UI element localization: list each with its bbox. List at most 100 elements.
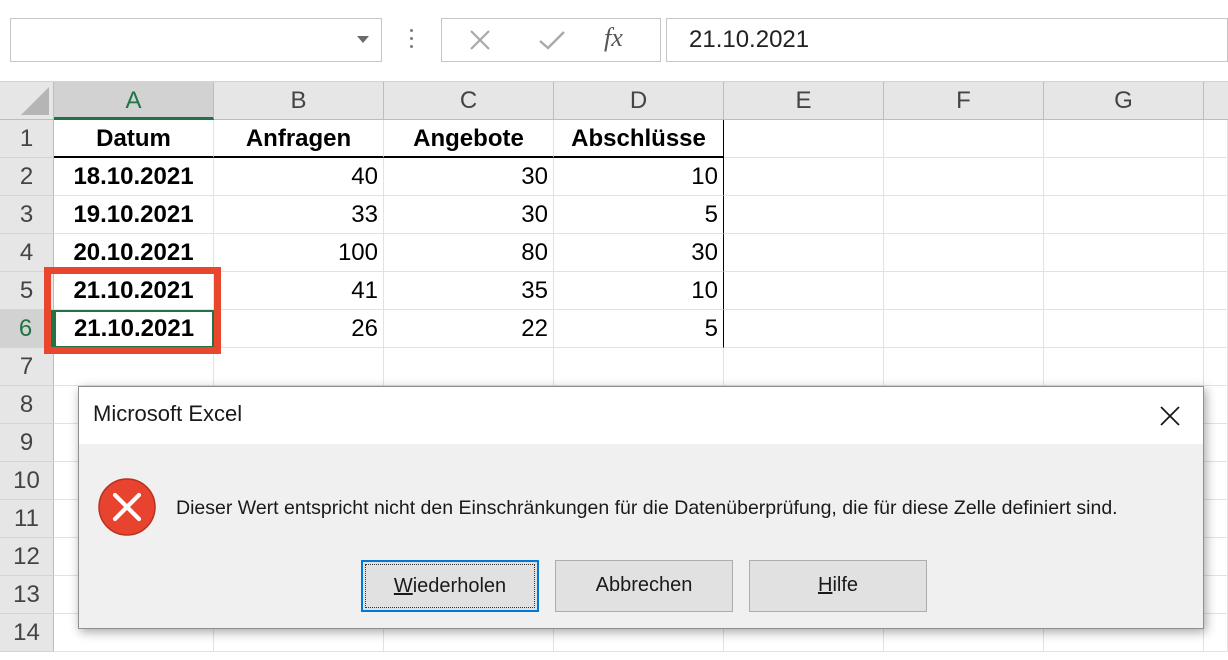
retry-button[interactable]: Wiederholen [361, 560, 539, 612]
column-header-g[interactable]: G [1044, 82, 1204, 120]
cell-a6-active[interactable]: 21.10.2021 [54, 310, 214, 348]
empty-cell[interactable] [1044, 120, 1204, 158]
empty-cell[interactable] [884, 234, 1044, 272]
name-box[interactable] [10, 18, 382, 62]
empty-cell[interactable] [724, 158, 884, 196]
error-dialog: Microsoft Excel Dieser Wert entspricht n… [78, 386, 1204, 629]
empty-cell[interactable] [724, 272, 884, 310]
column-header-f[interactable]: F [884, 82, 1044, 120]
check-icon[interactable] [522, 19, 582, 61]
fx-icon[interactable]: fx [604, 23, 623, 53]
empty-cell[interactable] [1044, 234, 1204, 272]
row-header-3[interactable]: 3 [0, 196, 54, 234]
cell-a1[interactable]: Datum [54, 120, 214, 158]
cell-b6[interactable]: 26 [214, 310, 384, 348]
cell-b5[interactable]: 41 [214, 272, 384, 310]
row-header-8[interactable]: 8 [0, 386, 54, 424]
close-icon[interactable] [1137, 387, 1203, 444]
empty-cell[interactable] [54, 348, 214, 386]
row-header-4[interactable]: 4 [0, 234, 54, 272]
empty-cell[interactable] [1044, 348, 1204, 386]
empty-cell[interactable] [1044, 158, 1204, 196]
empty-cell[interactable] [1204, 576, 1228, 614]
empty-cell[interactable] [1204, 120, 1228, 158]
empty-cell[interactable] [884, 348, 1044, 386]
empty-cell[interactable] [1204, 158, 1228, 196]
formula-input[interactable]: 21.10.2021 [666, 18, 1228, 62]
empty-cell[interactable] [884, 120, 1044, 158]
empty-cell[interactable] [884, 196, 1044, 234]
empty-cell[interactable] [1204, 538, 1228, 576]
row-header-14[interactable]: 14 [0, 614, 54, 652]
cell-d5[interactable]: 10 [554, 272, 724, 310]
cell-d1[interactable]: Abschlüsse [554, 120, 724, 158]
column-header-h[interactable] [1204, 82, 1228, 120]
row-header-6[interactable]: 6 [0, 310, 54, 348]
cell-a2[interactable]: 18.10.2021 [54, 158, 214, 196]
column-header-c[interactable]: C [384, 82, 554, 120]
select-all-button[interactable] [0, 82, 54, 120]
row-header-9[interactable]: 9 [0, 424, 54, 462]
row-header-12[interactable]: 12 [0, 538, 54, 576]
cell-b3[interactable]: 33 [214, 196, 384, 234]
empty-cell[interactable] [1204, 196, 1228, 234]
row-header-1[interactable]: 1 [0, 120, 54, 158]
empty-cell[interactable] [1044, 310, 1204, 348]
dialog-titlebar[interactable]: Microsoft Excel [79, 387, 1203, 444]
cancel-button[interactable]: Abbrechen [555, 560, 733, 612]
cell-d4[interactable]: 30 [554, 234, 724, 272]
empty-cell[interactable] [884, 272, 1044, 310]
cell-b1[interactable]: Anfragen [214, 120, 384, 158]
column-header-b[interactable]: B [214, 82, 384, 120]
cell-d6[interactable]: 5 [554, 310, 724, 348]
empty-cell[interactable] [724, 196, 884, 234]
column-header-e[interactable]: E [724, 82, 884, 120]
cell-c2[interactable]: 30 [384, 158, 554, 196]
cell-c5[interactable]: 35 [384, 272, 554, 310]
cell-a5[interactable]: 21.10.2021 [54, 272, 214, 310]
empty-cell[interactable] [1204, 386, 1228, 424]
row-header-10[interactable]: 10 [0, 462, 54, 500]
cell-c3[interactable]: 30 [384, 196, 554, 234]
row-header-13[interactable]: 13 [0, 576, 54, 614]
empty-cell[interactable] [724, 120, 884, 158]
empty-cell[interactable] [1204, 348, 1228, 386]
column-header-a[interactable]: A [54, 82, 214, 120]
cell-b4[interactable]: 100 [214, 234, 384, 272]
empty-cell[interactable] [384, 348, 554, 386]
cell-c4[interactable]: 80 [384, 234, 554, 272]
cell-a3[interactable]: 19.10.2021 [54, 196, 214, 234]
empty-cell[interactable] [724, 234, 884, 272]
empty-cell[interactable] [884, 310, 1044, 348]
row-header-7[interactable]: 7 [0, 348, 54, 386]
column-header-d[interactable]: D [554, 82, 724, 120]
empty-cell[interactable] [1044, 272, 1204, 310]
row-header-5[interactable]: 5 [0, 272, 54, 310]
cell-c1[interactable]: Angebote [384, 120, 554, 158]
empty-cell[interactable] [1204, 500, 1228, 538]
empty-cell[interactable] [214, 348, 384, 386]
empty-cell[interactable] [1044, 196, 1204, 234]
cell-c6[interactable]: 22 [384, 310, 554, 348]
vertical-dots-icon[interactable] [404, 26, 418, 56]
help-button[interactable]: Hilfe [749, 560, 927, 612]
empty-cell[interactable] [1204, 234, 1228, 272]
empty-cell[interactable] [884, 158, 1044, 196]
empty-cell[interactable] [1204, 424, 1228, 462]
cell-d2[interactable]: 10 [554, 158, 724, 196]
cell-d3[interactable]: 5 [554, 196, 724, 234]
cell-a4[interactable]: 20.10.2021 [54, 234, 214, 272]
row-header-11[interactable]: 11 [0, 500, 54, 538]
empty-cell[interactable] [554, 348, 724, 386]
chevron-down-icon[interactable] [357, 36, 369, 43]
row-header-2[interactable]: 2 [0, 158, 54, 196]
empty-cell[interactable] [724, 348, 884, 386]
empty-cell[interactable] [1204, 462, 1228, 500]
empty-cell[interactable] [1204, 310, 1228, 348]
cell-b2[interactable]: 40 [214, 158, 384, 196]
dialog-message: Dieser Wert entspricht nicht den Einschr… [176, 497, 1118, 519]
empty-cell[interactable] [724, 310, 884, 348]
empty-cell[interactable] [1204, 614, 1228, 652]
cross-icon[interactable] [450, 19, 510, 61]
empty-cell[interactable] [1204, 272, 1228, 310]
